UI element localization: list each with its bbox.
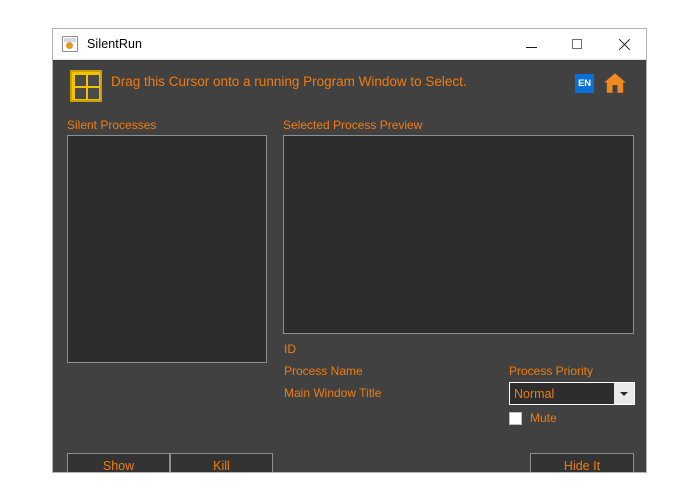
home-icon[interactable] — [602, 70, 628, 96]
screen-root: SilentRun Drag this Cursor onto a runnin… — [0, 0, 700, 500]
cursor-pane — [75, 75, 86, 86]
selected-process-preview-label: Selected Process Preview — [283, 118, 423, 132]
silent-processes-list[interactable] — [67, 135, 267, 363]
caret-shape — [620, 391, 628, 396]
header-row: Drag this Cursor onto a running Program … — [53, 60, 646, 110]
client-area: Drag this Cursor onto a running Program … — [53, 60, 646, 472]
window-target-cursor-icon[interactable] — [70, 70, 102, 102]
cursor-pane — [75, 88, 86, 99]
drag-hint-text: Drag this Cursor onto a running Program … — [111, 74, 467, 89]
maximize-icon — [572, 39, 582, 49]
close-icon — [617, 38, 630, 51]
silentrun-window: SilentRun Drag this Cursor onto a runnin… — [52, 28, 647, 473]
chevron-down-icon[interactable] — [614, 383, 634, 404]
minimize-button[interactable] — [508, 29, 554, 59]
cursor-pane — [88, 75, 99, 86]
process-priority-label: Process Priority — [509, 364, 594, 378]
maximize-button[interactable] — [554, 29, 600, 59]
mute-checkbox[interactable] — [509, 411, 522, 425]
mute-row[interactable]: Mute — [509, 411, 557, 425]
window-controls — [508, 29, 646, 59]
status-bar — [53, 463, 646, 472]
app-window-icon — [62, 36, 78, 52]
process-priority-select[interactable]: Normal — [509, 382, 635, 405]
id-label: ID — [284, 342, 296, 356]
selected-process-preview[interactable] — [283, 135, 634, 334]
process-priority-value: Normal — [514, 386, 555, 401]
process-name-label: Process Name — [284, 364, 363, 378]
cursor-pane — [88, 88, 99, 99]
window-title: SilentRun — [87, 37, 143, 51]
language-indicator[interactable]: EN — [575, 74, 594, 93]
minimize-icon — [525, 47, 537, 48]
title-bar: SilentRun — [53, 29, 646, 60]
silent-processes-label: Silent Processes — [67, 118, 157, 132]
mute-label: Mute — [530, 411, 557, 425]
close-button[interactable] — [600, 29, 646, 59]
main-window-title-label: Main Window Title — [284, 386, 382, 400]
